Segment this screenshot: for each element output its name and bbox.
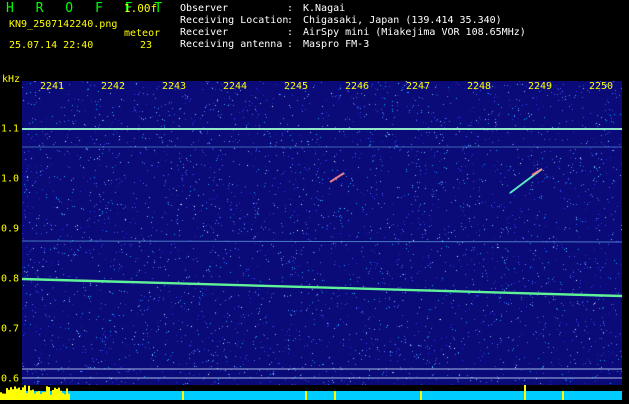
baseline-spike xyxy=(12,389,14,400)
baseline-spike xyxy=(46,386,48,400)
meteor-echo xyxy=(329,172,345,183)
baseline-spike xyxy=(36,391,38,400)
info-value: Chigasaki, Japan (139.414 35.340) xyxy=(303,15,502,26)
time-tick: 2248 xyxy=(466,81,492,92)
baseline-spike xyxy=(305,391,307,400)
carrier-line xyxy=(22,277,622,298)
info-key: Receiving antenna xyxy=(180,39,283,50)
time-tick: 2249 xyxy=(527,81,553,92)
meteor-echo xyxy=(531,168,543,176)
info-value: AirSpy mini (Miakejima VOR 108.65MHz) xyxy=(303,27,526,38)
baseline-spike xyxy=(10,387,12,400)
baseline-spike xyxy=(60,390,62,400)
capture-datetime: 25.07.14 22:40 xyxy=(9,40,94,51)
baseline-spike xyxy=(334,391,336,400)
baseline-spike xyxy=(182,391,184,400)
baseline-spike xyxy=(58,387,60,400)
baseline-spike xyxy=(28,385,30,400)
meteor-count: 23 xyxy=(140,40,153,51)
baseline-spike xyxy=(14,386,16,400)
info-row-location: Receiving Location: Chigasaki, Japan (139… xyxy=(180,15,526,27)
baseline-spike xyxy=(56,389,58,400)
baseline-spike xyxy=(66,388,68,400)
baseline-spike xyxy=(20,389,22,400)
baseline-spike xyxy=(524,385,526,400)
frequency-tick: 0.8 xyxy=(1,273,20,285)
baseline-spike xyxy=(22,387,24,400)
file-name: KN9_2507142240.png xyxy=(9,19,118,30)
time-tick: 2250 xyxy=(588,81,614,92)
info-key: Observer xyxy=(180,3,229,14)
faint-line xyxy=(22,240,622,243)
baseline-spike xyxy=(42,392,44,400)
info-key: Receiver xyxy=(180,27,229,38)
info-sep: : xyxy=(287,15,294,26)
baseline-spike xyxy=(0,392,2,400)
info-row-antenna: Receiving antenna: Maspro FM-3 xyxy=(180,39,526,51)
baseline-spike xyxy=(34,393,36,400)
baseline-spike xyxy=(30,390,32,400)
time-tick: 2242 xyxy=(100,81,126,92)
info-row-observer: Observer: K.Nagai xyxy=(180,3,526,15)
baseline-spike xyxy=(52,389,54,400)
info-value: Maspro FM-3 xyxy=(303,39,370,50)
baseline-graph xyxy=(0,385,622,400)
baseline-spike xyxy=(54,387,56,400)
baseline-spike xyxy=(8,389,10,400)
baseline-spike xyxy=(68,393,70,400)
baseline-spike xyxy=(6,388,8,400)
frequency-unit-label: kHz xyxy=(2,74,21,85)
info-key: Receiving Location xyxy=(180,15,289,26)
baseline-spike xyxy=(40,394,42,400)
time-tick: 2243 xyxy=(161,81,187,92)
time-tick: 2247 xyxy=(405,81,431,92)
baseline-spike xyxy=(16,388,18,400)
time-tick: 2244 xyxy=(222,81,248,92)
info-row-receiver: Receiver: AirSpy mini (Miakejima VOR 108.… xyxy=(180,27,526,39)
baseline-spike xyxy=(562,391,564,400)
baseline-spike xyxy=(2,393,4,400)
info-sep: : xyxy=(287,27,294,38)
baseline-spike xyxy=(420,391,422,400)
baseline-spike xyxy=(4,393,6,400)
baseline-spike xyxy=(64,394,66,400)
baseline-spike xyxy=(48,386,50,400)
time-tick: 2245 xyxy=(283,81,309,92)
baseline-spike xyxy=(44,392,46,400)
spectrogram-plot xyxy=(22,81,622,391)
info-sep: : xyxy=(287,3,294,14)
header-panel: H R O F F T 1.00f KN9_2507142240.png met… xyxy=(0,0,629,75)
frequency-tick: 0.9 xyxy=(1,223,20,235)
time-axis: 2241 2242 2243 2244 2245 2246 2247 2248 … xyxy=(22,81,622,93)
baseline-spike xyxy=(38,390,40,400)
baseline-strip xyxy=(0,385,629,400)
baseline-spike xyxy=(18,387,20,400)
frequency-tick: 1.0 xyxy=(1,173,20,185)
baseline-spike xyxy=(62,393,64,400)
time-tick: 2241 xyxy=(39,81,65,92)
baseline-spike xyxy=(26,393,28,400)
frequency-tick: 1.1 xyxy=(1,123,20,135)
baseline-spike xyxy=(50,394,52,400)
frequency-tick: 0.7 xyxy=(1,323,20,335)
info-value: K.Nagai xyxy=(303,3,346,14)
time-tick: 2246 xyxy=(344,81,370,92)
baseline-spike xyxy=(24,385,26,400)
spectrogram-signals xyxy=(22,128,622,379)
meteor-count-label: meteor xyxy=(124,28,161,39)
baseline-spike xyxy=(32,389,34,400)
station-info: Observer: K.Nagai Receiving Location: Chig… xyxy=(180,3,526,51)
baseline-band xyxy=(22,391,622,400)
info-sep: : xyxy=(287,39,294,50)
frequency-tick: 0.6 xyxy=(1,373,20,385)
app-version: 1.00f xyxy=(124,2,158,15)
